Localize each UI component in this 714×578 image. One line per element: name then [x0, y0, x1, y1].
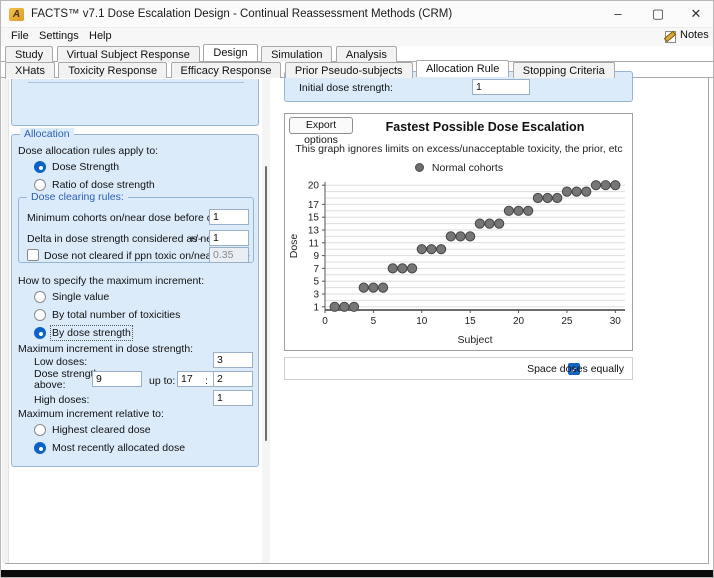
- legend-marker-icon: [415, 163, 424, 172]
- initial-dose-label: Initial dose strength:: [299, 82, 393, 94]
- mid-to-input[interactable]: [177, 371, 217, 387]
- space-doses-bar: ✓ Space doses equally: [284, 357, 633, 380]
- not-cleared-input: [209, 247, 249, 263]
- tab-xhats[interactable]: XHats: [5, 62, 55, 78]
- radio-dose-strength-label[interactable]: Dose Strength: [52, 161, 119, 173]
- not-cleared-checkbox[interactable]: [27, 249, 39, 261]
- minimize-button[interactable]: –: [601, 1, 635, 27]
- radio-total-toxicities[interactable]: [34, 309, 46, 321]
- svg-text:0: 0: [322, 316, 328, 327]
- relative-to-label: Maximum increment relative to:: [18, 408, 164, 420]
- svg-text:10: 10: [416, 316, 428, 327]
- radio-by-dose-strength-label[interactable]: By dose strength: [52, 327, 131, 339]
- tab-design[interactable]: Design: [203, 44, 257, 61]
- app-window: A FACTS™ v7.1 Dose Escalation Design - C…: [0, 0, 714, 578]
- radio-single-value[interactable]: [34, 291, 46, 303]
- svg-text:11: 11: [309, 238, 320, 249]
- increment-strength-label: Maximum increment in dose strength:: [18, 343, 193, 355]
- svg-text:5: 5: [313, 277, 319, 288]
- low-doses-input[interactable]: [213, 352, 253, 368]
- radio-ratio-dose-strength[interactable]: [34, 179, 46, 191]
- allocation-caption: Allocation: [20, 128, 74, 140]
- menu-help[interactable]: Help: [89, 30, 112, 42]
- svg-text:Dose: Dose: [288, 234, 300, 259]
- chart-title: Fastest Possible Dose Escalation: [345, 120, 625, 134]
- window-title: FACTS™ v7.1 Dose Escalation Design - Con…: [31, 8, 452, 20]
- radio-highest-cleared[interactable]: [34, 424, 46, 436]
- app-logo-icon: A: [9, 8, 24, 21]
- chart-subtitle: This graph ignores limits on excess/unac…: [285, 143, 633, 155]
- svg-text:7: 7: [313, 264, 319, 275]
- scrollbar-thumb[interactable]: [265, 166, 267, 441]
- dose-escalation-scatter-plot: 135791113151720051015202530SubjectDose: [285, 174, 633, 350]
- svg-text:25: 25: [561, 316, 573, 327]
- space-doses-label[interactable]: Space doses equally: [527, 363, 624, 375]
- scrolled-group-partial: [11, 79, 259, 126]
- radio-single-value-label[interactable]: Single value: [52, 291, 109, 303]
- tab-toxicity-response[interactable]: Toxicity Response: [58, 62, 167, 78]
- tab-allocation-rule[interactable]: Allocation Rule: [416, 60, 509, 77]
- tab-efficacy-response[interactable]: Efficacy Response: [171, 62, 282, 78]
- notes-icon: [665, 31, 676, 43]
- svg-text:17: 17: [308, 200, 320, 211]
- radio-total-toxicities-label[interactable]: By total number of toxicities: [52, 309, 180, 321]
- left-scroll-track[interactable]: [2, 79, 9, 563]
- apply-to-label: Dose allocation rules apply to:: [18, 145, 158, 157]
- maximize-button[interactable]: ▢: [641, 1, 675, 27]
- chart-legend: Normal cohorts: [285, 162, 633, 174]
- legend-label: Normal cohorts: [432, 162, 503, 174]
- svg-text:13: 13: [308, 226, 320, 237]
- svg-text:3: 3: [313, 290, 319, 301]
- radio-dose-strength[interactable]: [34, 161, 46, 173]
- svg-text:15: 15: [465, 316, 477, 327]
- svg-text:1: 1: [313, 302, 319, 313]
- initial-dose-input[interactable]: [472, 79, 530, 95]
- radio-most-recent[interactable]: [34, 442, 46, 454]
- export-options-button[interactable]: Export options: [289, 117, 353, 134]
- min-cohorts-input[interactable]: [209, 209, 249, 225]
- svg-text:15: 15: [308, 213, 320, 224]
- scrolled-group-inner-edge: [28, 82, 244, 83]
- svg-text:20: 20: [513, 316, 525, 327]
- high-doses-label: High doses:: [34, 394, 89, 406]
- svg-text:5: 5: [371, 316, 377, 327]
- title-bar: A FACTS™ v7.1 Dose Escalation Design - C…: [1, 1, 713, 28]
- radio-ratio-dose-strength-label[interactable]: Ratio of dose strength: [52, 179, 155, 191]
- svg-text:9: 9: [313, 251, 319, 262]
- vertical-scrollbar[interactable]: [262, 79, 270, 563]
- low-doses-label: Low doses:: [34, 356, 87, 368]
- menu-settings[interactable]: Settings: [39, 30, 79, 42]
- mid-increment-input[interactable]: [213, 371, 253, 387]
- mid-from-input[interactable]: [92, 371, 142, 387]
- tab-stopping-criteria[interactable]: Stopping Criteria: [513, 62, 615, 78]
- svg-text:20: 20: [308, 181, 320, 192]
- notes-label: Notes: [680, 29, 709, 41]
- menu-file[interactable]: File: [11, 30, 29, 42]
- delta-prefix-label: +/-: [189, 233, 202, 245]
- bottom-edge: [0, 570, 714, 578]
- mid-doses-label-line2: above:: [34, 379, 66, 391]
- radio-most-recent-label[interactable]: Most recently allocated dose: [52, 442, 185, 454]
- max-increment-label: How to specify the maximum increment:: [18, 275, 204, 287]
- radio-highest-cleared-label[interactable]: Highest cleared dose: [52, 424, 151, 436]
- delta-near-input[interactable]: [209, 230, 249, 246]
- chart-panel: Export options Fastest Possible Dose Esc…: [284, 113, 633, 351]
- dose-clearing-rules-caption: Dose clearing rules:: [27, 191, 128, 203]
- upto-label: up to:: [149, 375, 175, 387]
- high-doses-input[interactable]: [213, 390, 253, 406]
- close-button[interactable]: ✕: [679, 1, 713, 27]
- secondary-tab-strip: XHats Toxicity Response Efficacy Respons…: [1, 62, 713, 78]
- notes-button[interactable]: Notes: [665, 29, 711, 45]
- radio-by-dose-strength[interactable]: [34, 327, 46, 339]
- tab-prior-pseudo-subjects[interactable]: Prior Pseudo-subjects: [285, 62, 413, 78]
- svg-text:Subject: Subject: [457, 334, 492, 346]
- svg-text:30: 30: [610, 316, 622, 327]
- mid-colon-label: :: [205, 375, 208, 387]
- allocation-group: Allocation Dose allocation rules apply t…: [11, 134, 259, 467]
- dose-clearing-rules-group: Dose clearing rules: Minimum cohorts on/…: [18, 197, 254, 263]
